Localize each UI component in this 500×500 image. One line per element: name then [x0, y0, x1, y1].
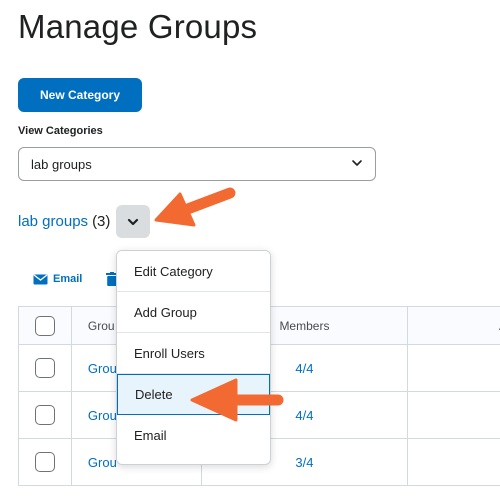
category-heading: lab groups (3) — [18, 213, 110, 230]
new-category-button[interactable]: New Category — [18, 78, 142, 112]
email-toolbar-button[interactable]: Email — [33, 273, 82, 285]
email-toolbar-label: Email — [53, 273, 83, 285]
page-title: Manage Groups — [18, 8, 258, 45]
column-header-extra: A — [407, 306, 500, 345]
category-actions-menu: Edit Category Add Group Enroll Users Del… — [116, 250, 271, 465]
row-checkbox[interactable] — [34, 452, 55, 472]
view-categories-select[interactable]: lab groups — [18, 147, 376, 181]
row-checkbox[interactable] — [34, 405, 55, 425]
pointer-arrow-delete — [190, 378, 284, 422]
row-checkbox[interactable] — [34, 358, 55, 378]
view-categories-label: View Categories — [18, 125, 103, 137]
select-all-checkbox[interactable] — [34, 315, 55, 336]
select-all-cell — [18, 306, 72, 345]
view-categories-value: lab groups — [31, 156, 92, 172]
menu-item-edit-category[interactable]: Edit Category — [117, 251, 270, 292]
category-link[interactable]: lab groups — [18, 213, 88, 230]
category-actions-toggle[interactable] — [116, 205, 150, 238]
chevron-down-icon — [127, 218, 139, 225]
chevron-down-icon — [352, 160, 362, 166]
menu-item-enroll-users[interactable]: Enroll Users — [117, 333, 270, 374]
menu-item-add-group[interactable]: Add Group — [117, 292, 270, 333]
pointer-arrow-toggle — [154, 187, 236, 227]
email-icon — [33, 273, 48, 284]
category-count: (3) — [92, 213, 111, 230]
